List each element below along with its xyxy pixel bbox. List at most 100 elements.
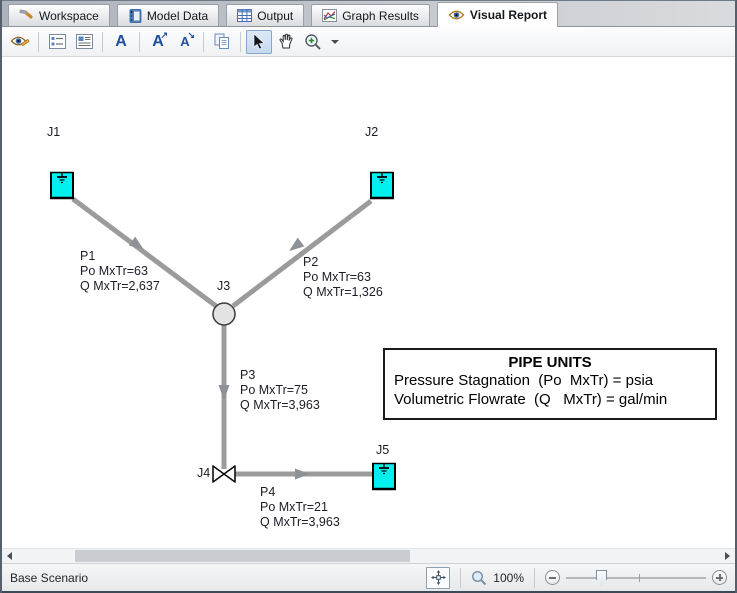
reservoir-icon-j1[interactable] [50,172,74,199]
pipe-q-value: Q MxTr=2,637 [80,279,160,294]
copy-button[interactable] [209,30,235,54]
zoom-in-icon [304,33,322,51]
pipe-label-p3: P3 Po MxTr=75 Q MxTr=3,963 [240,368,320,413]
chevron-down-icon [331,40,339,44]
zoom-tool-button[interactable] [300,30,326,54]
copy-icon [214,33,231,50]
pipe-po-value: Po MxTr=75 [240,383,320,398]
pipe-id: P2 [303,255,383,270]
increase-font-button[interactable]: A ↗ [145,30,171,54]
toolbar-separator [240,32,241,52]
tab-label: Output [257,9,293,23]
pipe-id: P1 [80,249,160,264]
minus-icon [549,577,556,579]
arrow-up-icon: ↗ [160,31,168,40]
arrow-down-icon: ↘ [187,31,195,40]
pipe-po-value: Po MxTr=21 [260,500,340,515]
visual-report-canvas[interactable]: J1 J2 J3 J4 J5 P1 Po MxTr=63 Q MxTr=2,63… [2,57,735,548]
toolbar-separator [38,32,39,52]
eye-pencil-icon [10,34,30,50]
tab-output[interactable]: Output [226,4,304,26]
plus-icon [716,574,723,581]
scroll-left-button[interactable] [2,549,17,563]
pipe-po-value: Po MxTr=63 [80,264,160,279]
pipe-q-value: Q MxTr=3,963 [260,515,340,530]
pipe-label-p4: P4 Po MxTr=21 Q MxTr=3,963 [260,485,340,530]
junction-label-j5: J5 [376,443,389,457]
zoom-out-button[interactable] [545,570,560,585]
junction-label-j4: J4 [197,466,210,480]
status-bar: Base Scenario 100% [2,563,735,591]
legend-title: PIPE UNITS [385,354,715,371]
scroll-right-button[interactable] [720,549,735,563]
junction-label-j3: J3 [217,279,230,293]
pipe-units-legend: PIPE UNITS Pressure Stagnation (Po MxTr)… [383,348,717,420]
horizontal-scrollbar[interactable] [2,548,735,563]
font-button-label: A [115,34,127,50]
status-zoom-controls: 100% [426,567,727,589]
notebook-icon [128,9,142,23]
toolbar-separator [139,32,140,52]
tab-graph-results[interactable]: Graph Results [311,4,430,26]
graph-icon [322,9,337,22]
zoom-slider-track[interactable] [566,577,706,579]
flow-arrow [295,469,310,480]
decrease-font-button[interactable]: A ↘ [172,30,198,54]
hammer-icon [19,9,34,23]
pipe-po-value: Po MxTr=63 [303,270,383,285]
branch-icon-j3[interactable] [213,303,235,325]
fit-arrows-icon [431,570,446,585]
eye-icon [448,9,465,21]
status-separator [534,568,535,588]
reservoir-icon-j5[interactable] [372,463,396,490]
tab-label: Visual Report [470,8,547,22]
reservoir-icon-j2[interactable] [370,172,394,199]
tab-label: Graph Results [342,9,419,23]
visual-report-toolbar: A A ↗ A ↘ [2,27,735,57]
main-tab-bar: Workspace Model Data Output [2,0,735,27]
legend-line: Pressure Stagnation (Po MxTr) = psia [385,371,715,390]
chevron-right-icon [725,552,730,560]
tab-label: Model Data [147,9,208,23]
pipe-q-value: Q MxTr=3,963 [240,398,320,413]
pipe-p3[interactable] [219,325,230,469]
junction-label-j2: J2 [365,125,378,139]
zoom-tool-dropdown[interactable] [327,30,341,54]
magnifier-icon [471,570,487,586]
visual-report-options-button[interactable] [7,30,33,54]
visual-report-window: Workspace Model Data Output [0,0,737,593]
zoom-level-value: 100% [493,571,524,585]
legend-line: Volumetric Flowrate (Q MxTr) = gal/min [385,390,715,409]
checklist-icon [49,34,66,49]
toolbar-separator [203,32,204,52]
table-icon [237,9,252,22]
flow-arrow [219,385,230,400]
zoom-in-button[interactable] [712,570,727,585]
zoom-slider[interactable] [566,568,706,588]
select-tool-button[interactable] [246,30,272,54]
tab-label: Workspace [39,9,99,23]
pipe-label-p1: P1 Po MxTr=63 Q MxTr=2,637 [80,249,160,294]
tab-workspace[interactable]: Workspace [8,4,110,26]
pipe-label-p2: P2 Po MxTr=63 Q MxTr=1,326 [303,255,383,300]
pipe-id: P3 [240,368,320,383]
font-button[interactable]: A [108,30,134,54]
text-page-icon [76,34,93,49]
scrollbar-thumb[interactable] [75,550,410,562]
zoom-to-fit-button[interactable] [426,567,450,589]
text-report-button[interactable] [71,30,97,54]
tab-model-data[interactable]: Model Data [117,4,219,26]
toolbar-separator [102,32,103,52]
zoom-slider-tick [639,574,640,582]
pipe-id: P4 [260,485,340,500]
pipe-p4[interactable] [230,469,373,480]
zoom-slider-thumb[interactable] [596,570,607,586]
chevron-left-icon [7,552,12,560]
pan-tool-button[interactable] [273,30,299,54]
status-separator [460,568,461,588]
hand-icon [278,33,295,50]
junction-label-j1: J1 [47,125,60,139]
tab-visual-report[interactable]: Visual Report [437,2,558,27]
pipe-q-value: Q MxTr=1,326 [303,285,383,300]
display-options-button[interactable] [44,30,70,54]
